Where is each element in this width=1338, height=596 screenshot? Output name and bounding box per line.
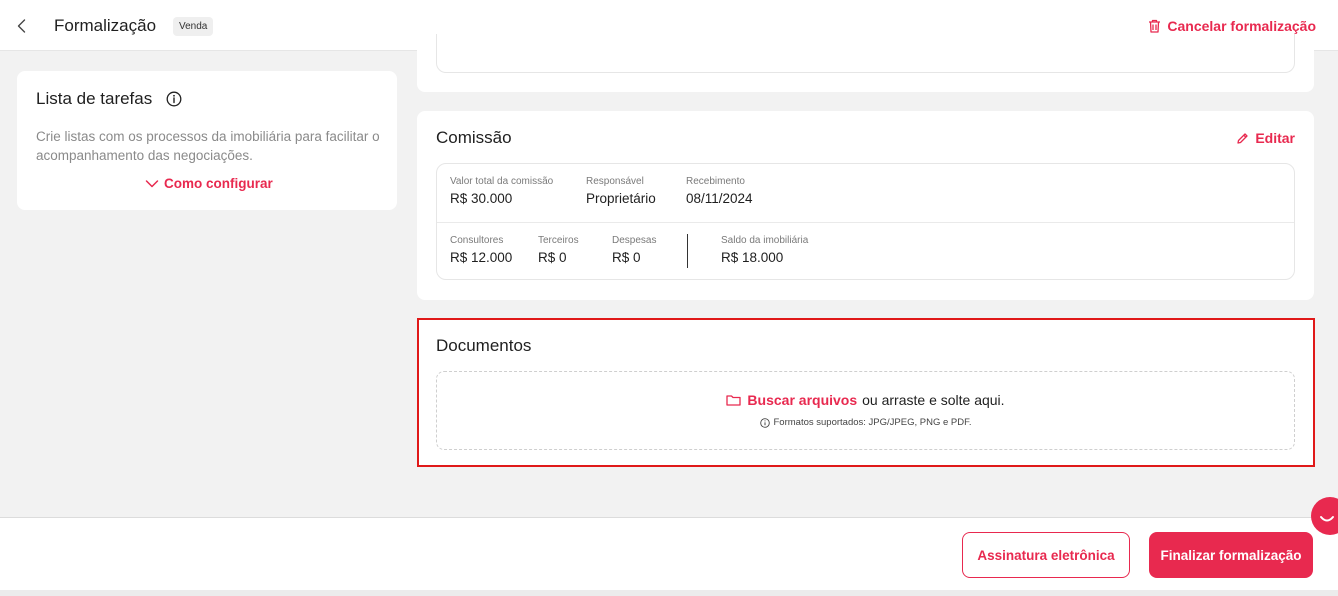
drag-drop-text: ou arraste e solte aqui. [862, 392, 1005, 408]
third-parties-label: Terceiros [538, 235, 579, 246]
chat-button[interactable] [1311, 497, 1338, 535]
agency-balance-label: Saldo da imobiliária [721, 235, 809, 246]
task-list-description: Crie listas com os processos da imobiliá… [36, 129, 380, 163]
agency-balance-field: Saldo da imobiliária R$ 18.000 [721, 235, 808, 265]
commission-total-field: Valor total da comissão R$ 30.000 [450, 176, 553, 206]
expenses-field: Despesas R$ 0 [612, 235, 656, 265]
commission-total-label: Valor total da comissão [450, 176, 554, 187]
chevron-down-icon [145, 179, 159, 187]
back-button[interactable] [12, 16, 32, 36]
cancel-formalization-label: Cancelar formalização [1167, 18, 1316, 34]
edit-commission-button[interactable]: Editar [1236, 130, 1295, 146]
how-to-configure-link[interactable]: Como configurar [145, 176, 273, 191]
browse-files-link[interactable]: Buscar arquivos [726, 392, 857, 408]
folder-icon [726, 395, 742, 406]
expenses-value: R$ 0 [612, 250, 641, 265]
receipt-label: Recebimento [686, 176, 745, 187]
commission-total-value: R$ 30.000 [450, 191, 513, 206]
chat-icon [1320, 516, 1334, 522]
bottom-strip [0, 590, 1338, 596]
previous-section-box [436, 34, 1295, 73]
page-title: Formalização [54, 16, 157, 35]
consultants-field: Consultores R$ 12.000 [450, 235, 512, 265]
documents-card: Documentos Buscar arquivos ou arraste e … [417, 318, 1315, 467]
responsible-value: Proprietário [586, 191, 656, 206]
pencil-icon [1237, 132, 1248, 144]
electronic-signature-button[interactable]: Assinatura eletrônica [962, 532, 1130, 578]
trash-icon [1149, 19, 1161, 33]
expenses-label: Despesas [612, 235, 657, 246]
browse-files-label: Buscar arquivos [747, 392, 858, 408]
finish-formalization-button[interactable]: Finalizar formalização [1149, 532, 1313, 578]
info-icon[interactable] [166, 91, 182, 107]
third-parties-value: R$ 0 [538, 250, 567, 265]
edit-commission-label: Editar [1255, 130, 1295, 146]
commission-card: Comissão Editar Valor total da comissão … [417, 111, 1314, 300]
how-to-configure-label: Como configurar [164, 176, 273, 191]
consultants-value: R$ 12.000 [450, 250, 513, 265]
info-icon [759, 417, 770, 428]
receipt-value: 08/11/2024 [686, 191, 753, 206]
consultants-label: Consultores [450, 235, 504, 246]
balance-divider [687, 234, 688, 268]
previous-section-card [417, 34, 1314, 92]
responsible-label: Responsável [586, 176, 644, 187]
transaction-type-badge: Venda [173, 17, 214, 36]
third-parties-field: Terceiros R$ 0 [538, 235, 579, 265]
chevron-left-icon [17, 19, 26, 33]
supported-formats-text: Formatos suportados: JPG/JPEG, PNG e PDF… [773, 417, 972, 428]
action-footer: Assinatura eletrônica Finalizar formaliz… [0, 517, 1338, 590]
cancel-formalization-button[interactable]: Cancelar formalização [1148, 18, 1316, 34]
agency-balance-value: R$ 18.000 [721, 250, 784, 265]
task-list-card: Lista de tarefas Crie listas com os proc… [17, 71, 397, 210]
commission-divider [437, 222, 1294, 223]
supported-formats: Formatos suportados: JPG/JPEG, PNG e PDF… [437, 417, 1294, 428]
documents-title: Documentos [436, 336, 532, 355]
receipt-field: Recebimento 08/11/2024 [686, 176, 753, 206]
task-list-title: Lista de tarefas [36, 89, 153, 108]
file-drop-zone[interactable]: Buscar arquivos ou arraste e solte aqui.… [436, 371, 1295, 450]
drop-instructions: Buscar arquivos ou arraste e solte aqui. [437, 392, 1294, 408]
commission-details: Valor total da comissão R$ 30.000 Respon… [436, 163, 1295, 280]
responsible-field: Responsável Proprietário [586, 176, 656, 206]
commission-title: Comissão [436, 128, 512, 147]
